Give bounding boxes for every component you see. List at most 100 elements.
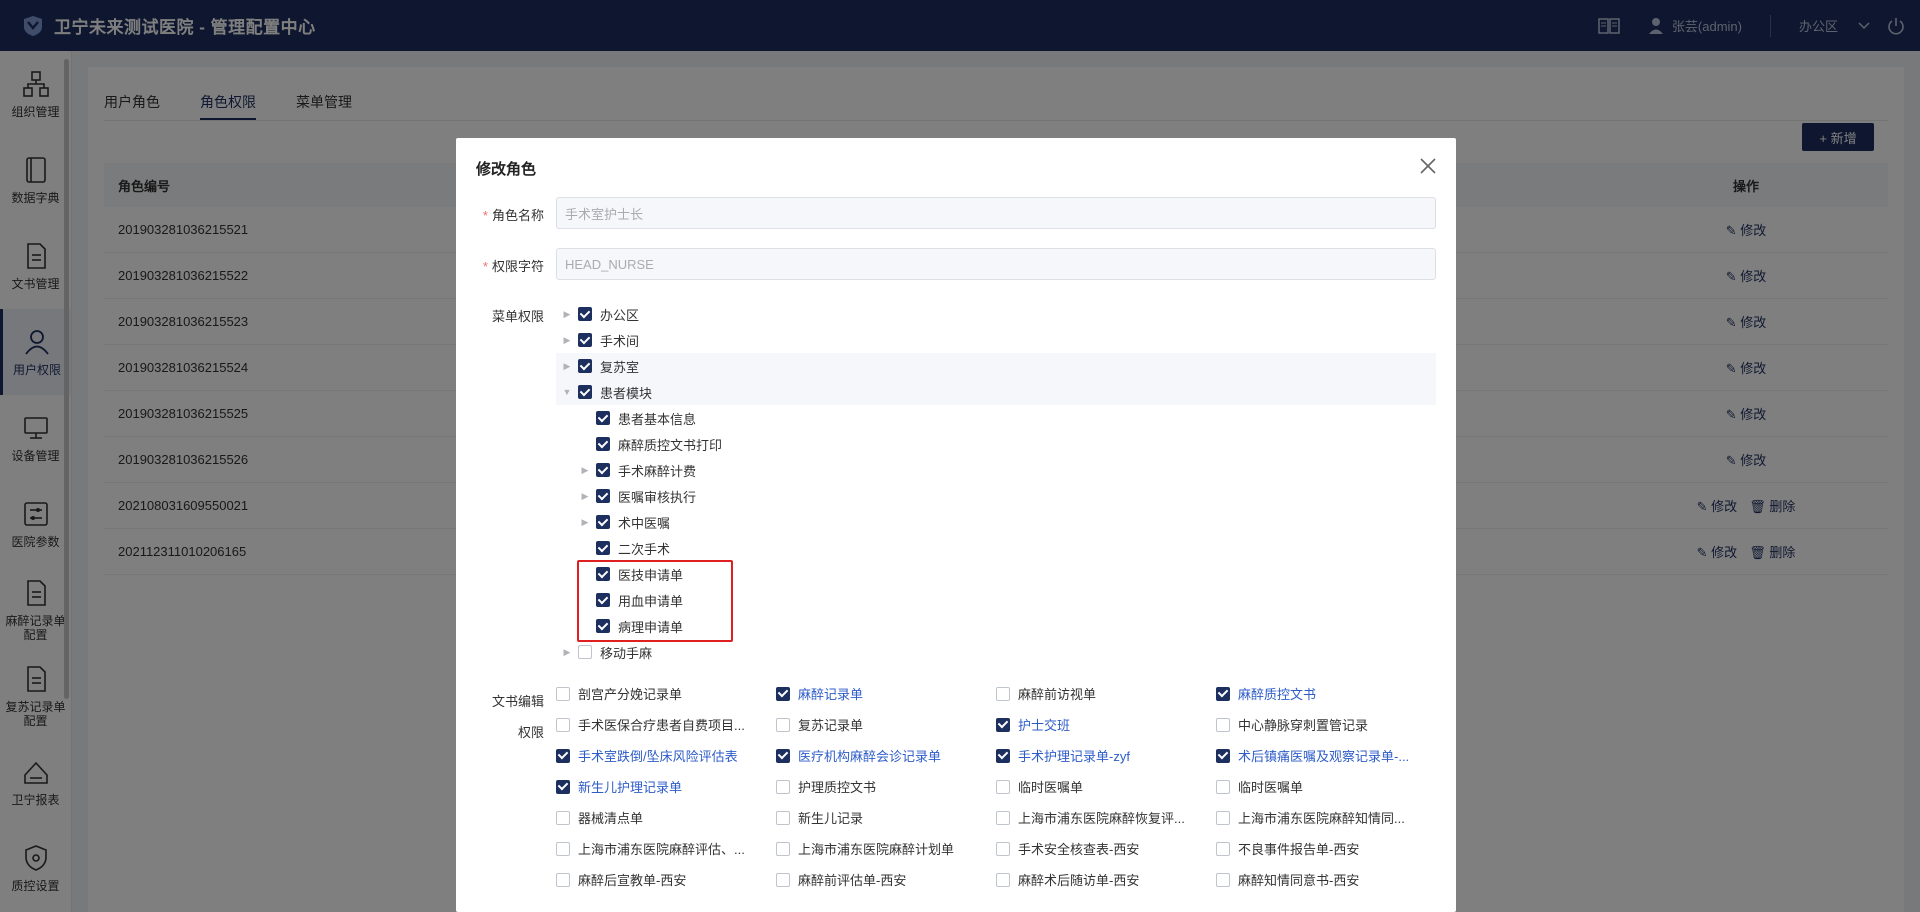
- role-name-label: * 角色名称: [482, 208, 544, 223]
- doc-checkbox[interactable]: [556, 717, 570, 732]
- tree-checkbox[interactable]: [596, 489, 610, 503]
- tree-checkbox[interactable]: [578, 645, 592, 659]
- doc-checkbox[interactable]: [776, 717, 790, 732]
- doc-checkbox[interactable]: [776, 841, 790, 856]
- tree-checkbox[interactable]: [578, 307, 592, 321]
- doc-checkbox[interactable]: [1216, 810, 1230, 825]
- close-icon[interactable]: [1418, 156, 1438, 176]
- doc-permission-label: 文书编辑 权限: [491, 694, 544, 740]
- doc-checkbox[interactable]: [776, 686, 790, 701]
- doc-checkbox[interactable]: [996, 779, 1010, 794]
- caret-down-icon[interactable]: ▼: [560, 385, 574, 399]
- doc-permission-item[interactable]: 上海市浦东医院麻醉计划单: [776, 839, 996, 858]
- tree-node[interactable]: 二次手术: [556, 535, 1436, 561]
- caret-right-icon[interactable]: ▶: [560, 645, 574, 659]
- doc-row: 剖宫产分娩记录单 麻醉记录单 麻醉前访视单 麻醉质控文书: [556, 678, 1436, 709]
- doc-permission-item[interactable]: 手术医保合疗患者自费项目...: [556, 715, 776, 734]
- doc-permission-item[interactable]: 护理质控文书: [776, 777, 996, 796]
- doc-checkbox[interactable]: [996, 872, 1010, 887]
- doc-permission-item[interactable]: 器械清点单: [556, 808, 776, 827]
- doc-checkbox[interactable]: [1216, 686, 1230, 701]
- tree-node[interactable]: ▶ 复苏室: [556, 353, 1436, 379]
- doc-permission-item[interactable]: 剖宫产分娩记录单: [556, 684, 776, 703]
- tree-checkbox[interactable]: [578, 359, 592, 373]
- doc-item-label: 新生儿记录: [798, 811, 864, 826]
- tree-checkbox[interactable]: [596, 463, 610, 477]
- doc-permission-item[interactable]: 临时医嘱单: [1216, 777, 1436, 796]
- doc-permission-item[interactable]: 麻醉知情同意书-西安: [1216, 870, 1436, 889]
- tree-node[interactable]: ▶ 医嘱审核执行: [556, 483, 1436, 509]
- doc-checkbox[interactable]: [1216, 872, 1230, 887]
- tree-node[interactable]: ▶ 办公区: [556, 301, 1436, 327]
- doc-permission-item[interactable]: 中心静脉穿刺置管记录: [1216, 715, 1436, 734]
- doc-item-label: 复苏记录单: [798, 718, 864, 733]
- doc-permission-item[interactable]: 临时医嘱单: [996, 777, 1216, 796]
- caret-right-icon[interactable]: ▶: [578, 463, 592, 477]
- doc-permission-item[interactable]: 上海市浦东医院麻醉恢复评...: [996, 808, 1216, 827]
- doc-permission-item[interactable]: 麻醉质控文书: [1216, 684, 1436, 703]
- caret-right-icon[interactable]: ▶: [560, 307, 574, 321]
- doc-checkbox[interactable]: [996, 841, 1010, 856]
- doc-checkbox[interactable]: [556, 779, 570, 794]
- doc-checkbox[interactable]: [996, 810, 1010, 825]
- doc-permission-item[interactable]: 术后镇痛医嘱及观察记录单-...: [1216, 746, 1436, 765]
- doc-checkbox[interactable]: [556, 810, 570, 825]
- caret-right-icon[interactable]: ▶: [578, 489, 592, 503]
- tree-node[interactable]: 麻醉质控文书打印: [556, 431, 1436, 457]
- doc-item-label: 手术安全核查表-西安: [1018, 842, 1140, 857]
- doc-permission-item[interactable]: 不良事件报告单-西安: [1216, 839, 1436, 858]
- doc-checkbox[interactable]: [996, 686, 1010, 701]
- tree-node[interactable]: ▶ 手术间: [556, 327, 1436, 353]
- doc-permission-item[interactable]: 手术安全核查表-西安: [996, 839, 1216, 858]
- doc-permission-item[interactable]: 新生儿记录: [776, 808, 996, 827]
- doc-permission-item[interactable]: 复苏记录单: [776, 715, 996, 734]
- doc-checkbox[interactable]: [1216, 841, 1230, 856]
- doc-checkbox[interactable]: [1216, 748, 1230, 763]
- role-name-input[interactable]: [556, 197, 1436, 229]
- tree-node[interactable]: ▶ 手术麻醉计费: [556, 457, 1436, 483]
- doc-permission-item[interactable]: 上海市浦东医院麻醉知情同...: [1216, 808, 1436, 827]
- tree-node[interactable]: ▶ 术中医嘱: [556, 509, 1436, 535]
- tree-checkbox[interactable]: [578, 385, 592, 399]
- caret-right-icon[interactable]: ▶: [578, 515, 592, 529]
- doc-checkbox[interactable]: [1216, 717, 1230, 732]
- doc-permission-item[interactable]: 上海市浦东医院麻醉评估、...: [556, 839, 776, 858]
- doc-item-label: 麻醉术后随访单-西安: [1018, 873, 1140, 888]
- caret-right-icon[interactable]: ▶: [560, 333, 574, 347]
- doc-permission-item[interactable]: 手术室跌倒/坠床风险评估表: [556, 746, 776, 765]
- caret-right-icon: [578, 411, 592, 425]
- doc-checkbox[interactable]: [556, 748, 570, 763]
- doc-checkbox[interactable]: [776, 779, 790, 794]
- doc-permission-item[interactable]: 新生儿护理记录单: [556, 777, 776, 796]
- doc-checkbox[interactable]: [776, 748, 790, 763]
- perm-char-input[interactable]: [556, 248, 1436, 280]
- doc-checkbox[interactable]: [1216, 779, 1230, 794]
- caret-right-icon[interactable]: ▶: [560, 359, 574, 373]
- doc-item-label: 麻醉质控文书: [1238, 687, 1317, 702]
- tree-node[interactable]: ▼ 患者模块: [556, 379, 1436, 405]
- doc-permission-item[interactable]: 麻醉术后随访单-西安: [996, 870, 1216, 889]
- doc-permission-item[interactable]: 手术护理记录单-zyf: [996, 746, 1216, 765]
- tree-checkbox[interactable]: [578, 333, 592, 347]
- doc-item-label: 临时医嘱单: [1018, 780, 1084, 795]
- doc-permission-item[interactable]: 麻醉前访视单: [996, 684, 1216, 703]
- doc-permission-item[interactable]: 医疗机构麻醉会诊记录单: [776, 746, 996, 765]
- doc-item-label: 不良事件报告单-西安: [1238, 842, 1360, 857]
- doc-checkbox[interactable]: [996, 717, 1010, 732]
- doc-permission-item[interactable]: 麻醉后宣教单-西安: [556, 870, 776, 889]
- tree-node[interactable]: ▶ 移动手麻: [556, 639, 1436, 665]
- tree-checkbox[interactable]: [596, 437, 610, 451]
- tree-checkbox[interactable]: [596, 411, 610, 425]
- doc-checkbox[interactable]: [996, 748, 1010, 763]
- doc-checkbox[interactable]: [776, 872, 790, 887]
- tree-checkbox[interactable]: [596, 515, 610, 529]
- doc-permission-item[interactable]: 麻醉前评估单-西安: [776, 870, 996, 889]
- doc-checkbox[interactable]: [556, 872, 570, 887]
- doc-checkbox[interactable]: [556, 841, 570, 856]
- doc-permission-item[interactable]: 麻醉记录单: [776, 684, 996, 703]
- tree-checkbox[interactable]: [596, 541, 610, 555]
- doc-checkbox[interactable]: [776, 810, 790, 825]
- tree-node[interactable]: 患者基本信息: [556, 405, 1436, 431]
- doc-checkbox[interactable]: [556, 686, 570, 701]
- doc-permission-item[interactable]: 护士交班: [996, 715, 1216, 734]
